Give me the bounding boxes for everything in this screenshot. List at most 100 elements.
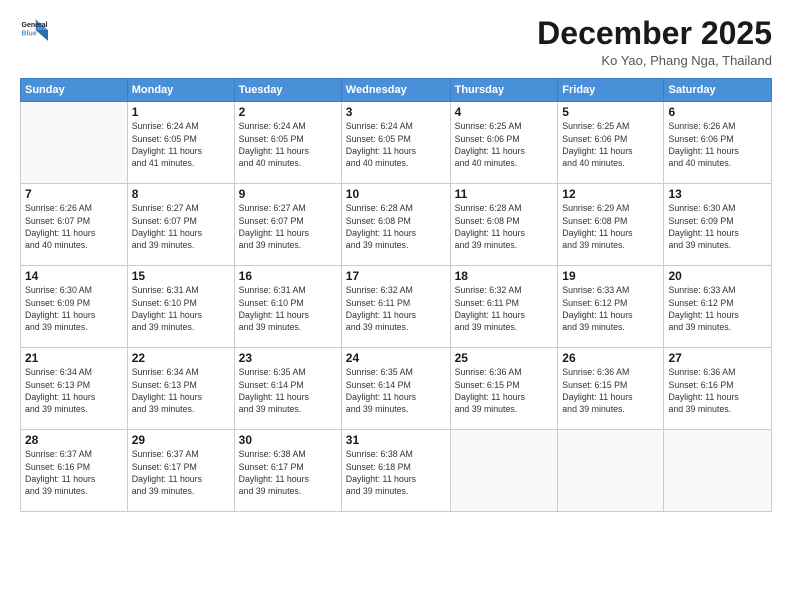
- day-number: 13: [668, 187, 767, 201]
- calendar-cell: 14Sunrise: 6:30 AMSunset: 6:09 PMDayligh…: [21, 266, 128, 348]
- day-info: Sunrise: 6:35 AMSunset: 6:14 PMDaylight:…: [346, 366, 446, 415]
- day-info: Sunrise: 6:37 AMSunset: 6:16 PMDaylight:…: [25, 448, 123, 497]
- header: General Blue December 2025 Ko Yao, Phang…: [20, 16, 772, 68]
- calendar-cell: 17Sunrise: 6:32 AMSunset: 6:11 PMDayligh…: [341, 266, 450, 348]
- day-info: Sunrise: 6:28 AMSunset: 6:08 PMDaylight:…: [346, 202, 446, 251]
- day-info: Sunrise: 6:35 AMSunset: 6:14 PMDaylight:…: [239, 366, 337, 415]
- calendar-cell: 16Sunrise: 6:31 AMSunset: 6:10 PMDayligh…: [234, 266, 341, 348]
- day-number: 28: [25, 433, 123, 447]
- day-number: 23: [239, 351, 337, 365]
- calendar-week-row: 7Sunrise: 6:26 AMSunset: 6:07 PMDaylight…: [21, 184, 772, 266]
- day-info: Sunrise: 6:33 AMSunset: 6:12 PMDaylight:…: [668, 284, 767, 333]
- calendar-cell: 12Sunrise: 6:29 AMSunset: 6:08 PMDayligh…: [558, 184, 664, 266]
- day-info: Sunrise: 6:24 AMSunset: 6:05 PMDaylight:…: [346, 120, 446, 169]
- calendar-cell: 23Sunrise: 6:35 AMSunset: 6:14 PMDayligh…: [234, 348, 341, 430]
- day-number: 19: [562, 269, 659, 283]
- calendar-cell: 8Sunrise: 6:27 AMSunset: 6:07 PMDaylight…: [127, 184, 234, 266]
- day-info: Sunrise: 6:33 AMSunset: 6:12 PMDaylight:…: [562, 284, 659, 333]
- svg-text:Blue: Blue: [22, 30, 37, 37]
- calendar-cell: 30Sunrise: 6:38 AMSunset: 6:17 PMDayligh…: [234, 430, 341, 512]
- calendar-cell: 9Sunrise: 6:27 AMSunset: 6:07 PMDaylight…: [234, 184, 341, 266]
- day-number: 2: [239, 105, 337, 119]
- day-number: 8: [132, 187, 230, 201]
- calendar-cell: 24Sunrise: 6:35 AMSunset: 6:14 PMDayligh…: [341, 348, 450, 430]
- calendar-cell: 31Sunrise: 6:38 AMSunset: 6:18 PMDayligh…: [341, 430, 450, 512]
- calendar-cell: 10Sunrise: 6:28 AMSunset: 6:08 PMDayligh…: [341, 184, 450, 266]
- day-info: Sunrise: 6:32 AMSunset: 6:11 PMDaylight:…: [346, 284, 446, 333]
- day-number: 1: [132, 105, 230, 119]
- logo-icon: General Blue: [20, 16, 48, 44]
- calendar-cell: 18Sunrise: 6:32 AMSunset: 6:11 PMDayligh…: [450, 266, 558, 348]
- calendar-cell: 20Sunrise: 6:33 AMSunset: 6:12 PMDayligh…: [664, 266, 772, 348]
- day-info: Sunrise: 6:24 AMSunset: 6:05 PMDaylight:…: [132, 120, 230, 169]
- calendar-cell: 26Sunrise: 6:36 AMSunset: 6:15 PMDayligh…: [558, 348, 664, 430]
- weekday-header-saturday: Saturday: [664, 79, 772, 102]
- weekday-header-monday: Monday: [127, 79, 234, 102]
- svg-text:General: General: [22, 22, 48, 29]
- day-number: 22: [132, 351, 230, 365]
- calendar-cell: [21, 102, 128, 184]
- weekday-header-wednesday: Wednesday: [341, 79, 450, 102]
- day-number: 11: [455, 187, 554, 201]
- day-info: Sunrise: 6:31 AMSunset: 6:10 PMDaylight:…: [132, 284, 230, 333]
- day-info: Sunrise: 6:34 AMSunset: 6:13 PMDaylight:…: [25, 366, 123, 415]
- day-info: Sunrise: 6:30 AMSunset: 6:09 PMDaylight:…: [25, 284, 123, 333]
- day-info: Sunrise: 6:30 AMSunset: 6:09 PMDaylight:…: [668, 202, 767, 251]
- day-info: Sunrise: 6:32 AMSunset: 6:11 PMDaylight:…: [455, 284, 554, 333]
- day-info: Sunrise: 6:26 AMSunset: 6:06 PMDaylight:…: [668, 120, 767, 169]
- day-number: 3: [346, 105, 446, 119]
- day-number: 7: [25, 187, 123, 201]
- calendar-cell: 21Sunrise: 6:34 AMSunset: 6:13 PMDayligh…: [21, 348, 128, 430]
- calendar-cell: 15Sunrise: 6:31 AMSunset: 6:10 PMDayligh…: [127, 266, 234, 348]
- day-number: 16: [239, 269, 337, 283]
- day-number: 6: [668, 105, 767, 119]
- day-number: 9: [239, 187, 337, 201]
- calendar-cell: [558, 430, 664, 512]
- weekday-header-sunday: Sunday: [21, 79, 128, 102]
- day-info: Sunrise: 6:25 AMSunset: 6:06 PMDaylight:…: [455, 120, 554, 169]
- day-number: 26: [562, 351, 659, 365]
- calendar-week-row: 28Sunrise: 6:37 AMSunset: 6:16 PMDayligh…: [21, 430, 772, 512]
- day-number: 4: [455, 105, 554, 119]
- calendar-cell: 27Sunrise: 6:36 AMSunset: 6:16 PMDayligh…: [664, 348, 772, 430]
- day-number: 21: [25, 351, 123, 365]
- day-number: 17: [346, 269, 446, 283]
- day-number: 14: [25, 269, 123, 283]
- weekday-header-tuesday: Tuesday: [234, 79, 341, 102]
- day-info: Sunrise: 6:27 AMSunset: 6:07 PMDaylight:…: [239, 202, 337, 251]
- day-number: 5: [562, 105, 659, 119]
- calendar-cell: [664, 430, 772, 512]
- day-info: Sunrise: 6:29 AMSunset: 6:08 PMDaylight:…: [562, 202, 659, 251]
- logo: General Blue: [20, 16, 48, 44]
- day-info: Sunrise: 6:37 AMSunset: 6:17 PMDaylight:…: [132, 448, 230, 497]
- day-info: Sunrise: 6:36 AMSunset: 6:15 PMDaylight:…: [562, 366, 659, 415]
- weekday-header-friday: Friday: [558, 79, 664, 102]
- calendar-cell: [450, 430, 558, 512]
- calendar-table: SundayMondayTuesdayWednesdayThursdayFrid…: [20, 78, 772, 512]
- day-info: Sunrise: 6:36 AMSunset: 6:16 PMDaylight:…: [668, 366, 767, 415]
- location: Ko Yao, Phang Nga, Thailand: [537, 53, 772, 68]
- day-number: 25: [455, 351, 554, 365]
- calendar-week-row: 1Sunrise: 6:24 AMSunset: 6:05 PMDaylight…: [21, 102, 772, 184]
- day-info: Sunrise: 6:28 AMSunset: 6:08 PMDaylight:…: [455, 202, 554, 251]
- month-title: December 2025: [537, 16, 772, 51]
- calendar-cell: 11Sunrise: 6:28 AMSunset: 6:08 PMDayligh…: [450, 184, 558, 266]
- calendar-cell: 25Sunrise: 6:36 AMSunset: 6:15 PMDayligh…: [450, 348, 558, 430]
- day-number: 20: [668, 269, 767, 283]
- calendar-cell: 1Sunrise: 6:24 AMSunset: 6:05 PMDaylight…: [127, 102, 234, 184]
- calendar-cell: 19Sunrise: 6:33 AMSunset: 6:12 PMDayligh…: [558, 266, 664, 348]
- calendar-header: SundayMondayTuesdayWednesdayThursdayFrid…: [21, 79, 772, 102]
- day-info: Sunrise: 6:27 AMSunset: 6:07 PMDaylight:…: [132, 202, 230, 251]
- calendar-cell: 2Sunrise: 6:24 AMSunset: 6:05 PMDaylight…: [234, 102, 341, 184]
- day-number: 30: [239, 433, 337, 447]
- calendar-body: 1Sunrise: 6:24 AMSunset: 6:05 PMDaylight…: [21, 102, 772, 512]
- calendar-cell: 29Sunrise: 6:37 AMSunset: 6:17 PMDayligh…: [127, 430, 234, 512]
- weekday-header-thursday: Thursday: [450, 79, 558, 102]
- day-info: Sunrise: 6:24 AMSunset: 6:05 PMDaylight:…: [239, 120, 337, 169]
- calendar-cell: 3Sunrise: 6:24 AMSunset: 6:05 PMDaylight…: [341, 102, 450, 184]
- calendar-cell: 5Sunrise: 6:25 AMSunset: 6:06 PMDaylight…: [558, 102, 664, 184]
- calendar-cell: 6Sunrise: 6:26 AMSunset: 6:06 PMDaylight…: [664, 102, 772, 184]
- day-info: Sunrise: 6:31 AMSunset: 6:10 PMDaylight:…: [239, 284, 337, 333]
- page: General Blue December 2025 Ko Yao, Phang…: [0, 0, 792, 612]
- weekday-header-row: SundayMondayTuesdayWednesdayThursdayFrid…: [21, 79, 772, 102]
